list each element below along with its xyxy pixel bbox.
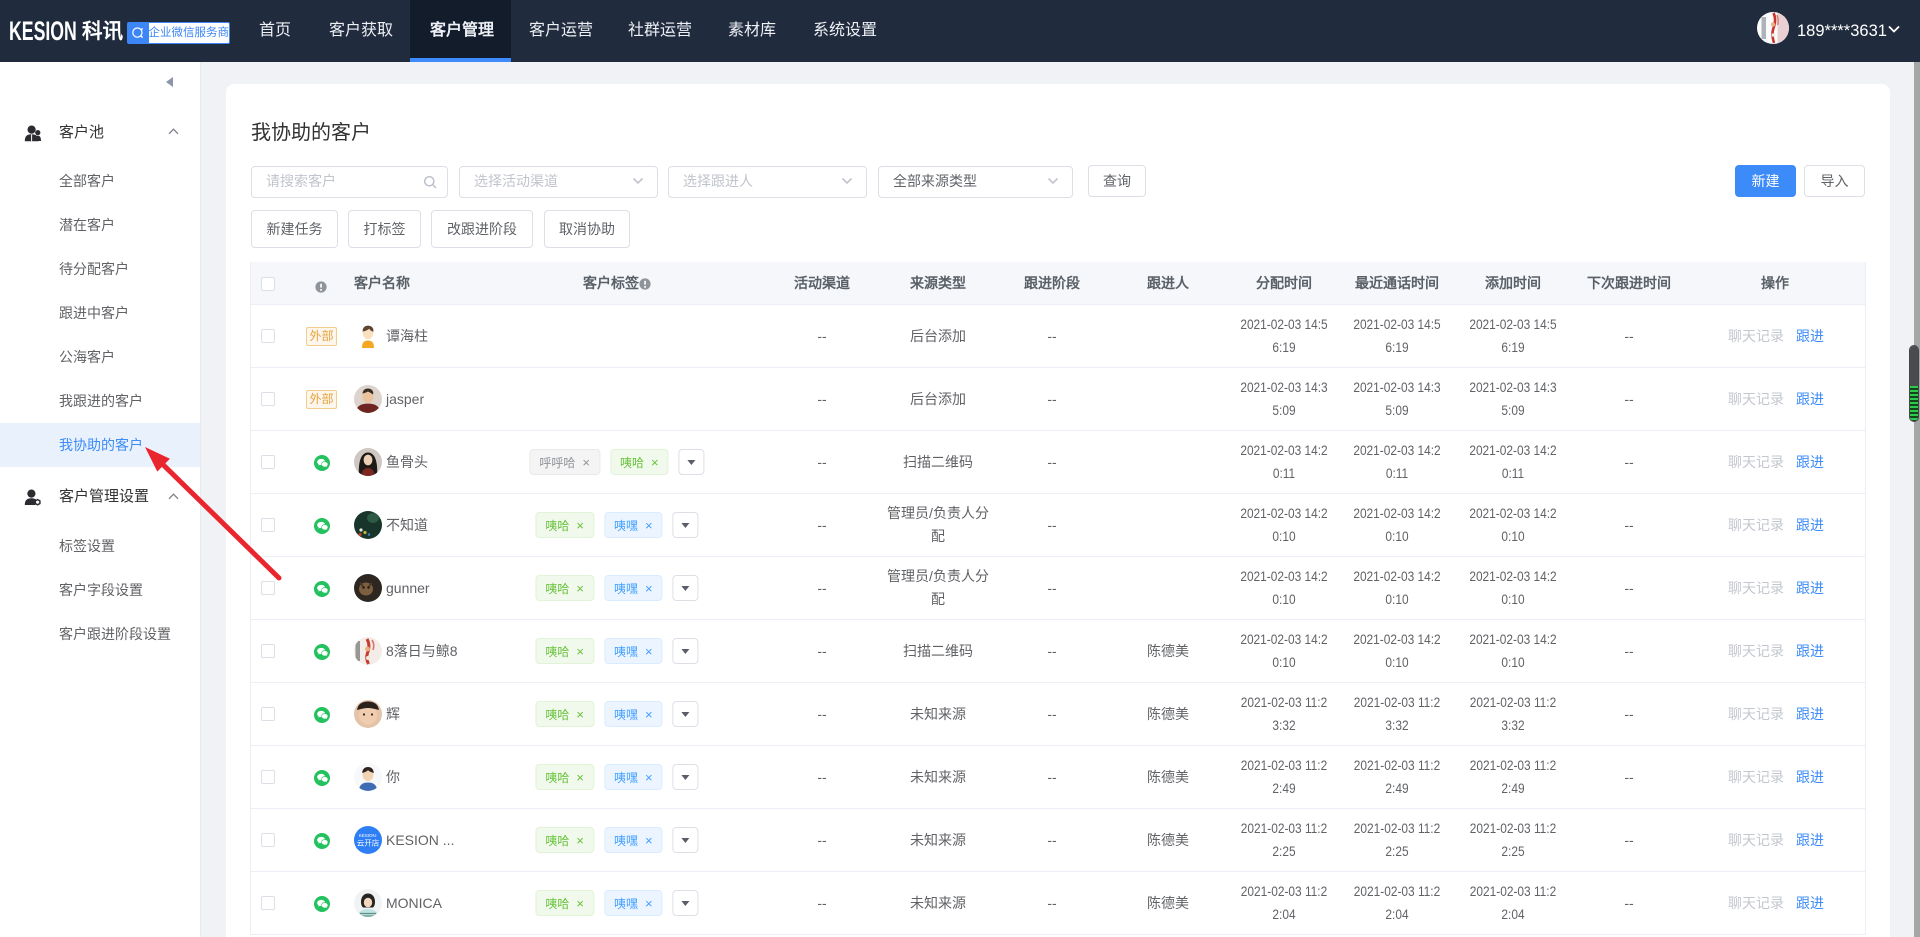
svg-text:KESION·: KESION· (359, 833, 378, 838)
svg-text:云开店: 云开店 (357, 838, 380, 848)
